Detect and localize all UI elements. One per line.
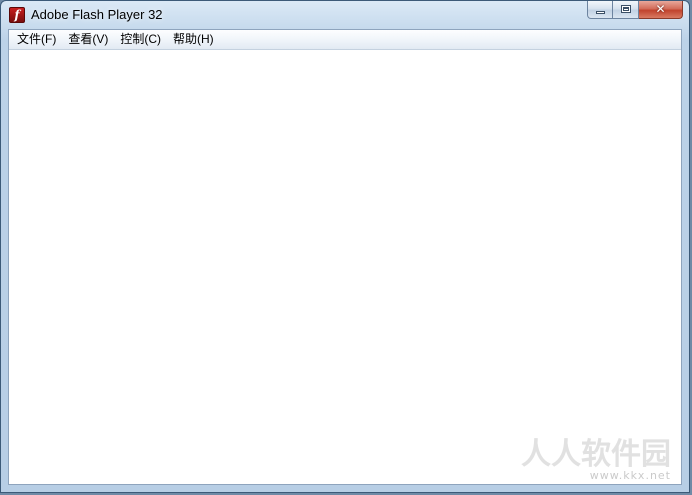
menu-file[interactable]: 文件(F) [11, 30, 62, 49]
client-area: 文件(F) 查看(V) 控制(C) 帮助(H) 人人软件园 www.kkx.ne… [8, 29, 682, 485]
menu-bar: 文件(F) 查看(V) 控制(C) 帮助(H) [9, 30, 681, 50]
close-button[interactable]: ✕ [639, 1, 683, 19]
watermark-text: 人人软件园 [521, 437, 671, 472]
window-title: Adobe Flash Player 32 [31, 7, 163, 22]
flash-player-icon[interactable]: f [9, 7, 25, 23]
close-icon: ✕ [655, 2, 666, 16]
maximize-icon [621, 5, 631, 13]
player-content-area[interactable]: 人人软件园 www.kkx.net [9, 50, 681, 484]
menu-help[interactable]: 帮助(H) [167, 30, 220, 49]
minimize-icon [596, 11, 605, 14]
watermark: 人人软件园 www.kkx.net [521, 440, 671, 482]
maximize-button[interactable] [613, 1, 639, 19]
menu-control[interactable]: 控制(C) [114, 30, 167, 49]
minimize-button[interactable] [587, 1, 613, 19]
title-bar[interactable]: f Adobe Flash Player 32 ✕ [1, 1, 689, 29]
caption-buttons: ✕ [587, 1, 683, 21]
flash-player-window: f Adobe Flash Player 32 ✕ 文件(F) 查看(V) 控制… [0, 0, 690, 493]
menu-view[interactable]: 查看(V) [62, 30, 114, 49]
